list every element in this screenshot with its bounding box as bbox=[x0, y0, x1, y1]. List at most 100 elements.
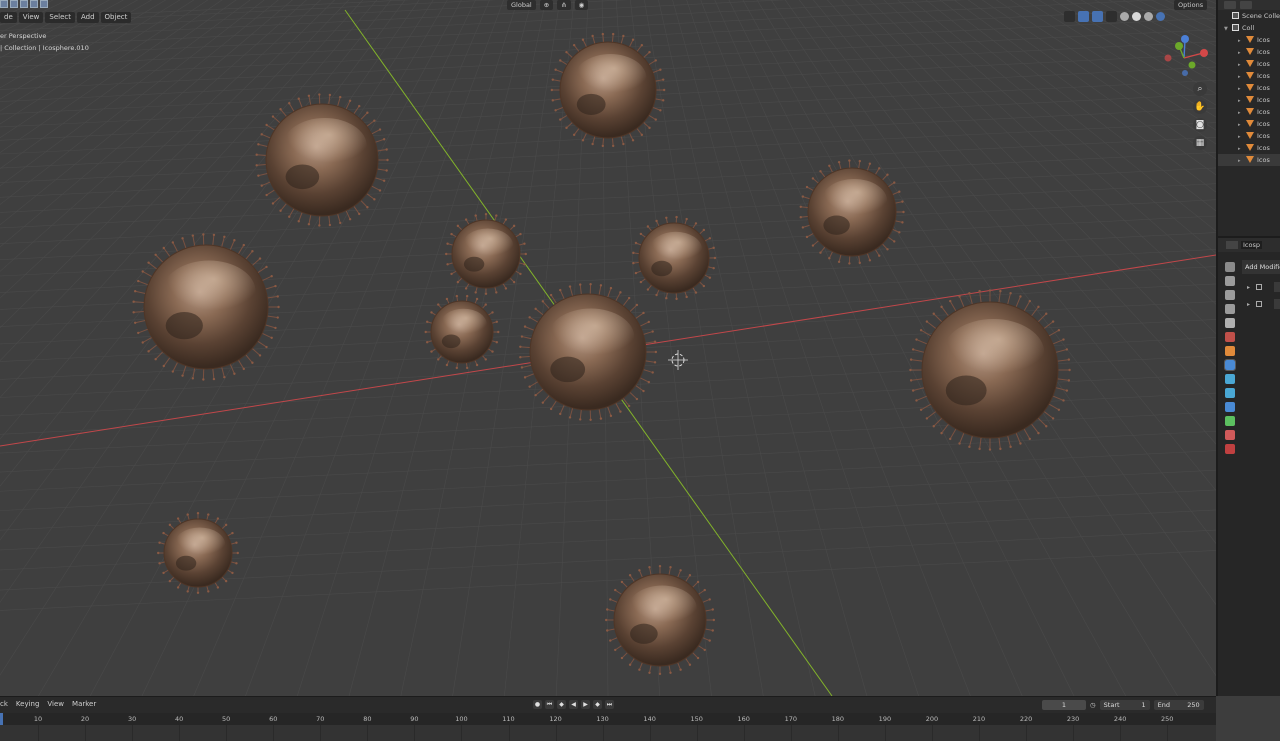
outliner-object-row[interactable]: ▸ Icos bbox=[1218, 142, 1280, 154]
particles-tab-icon[interactable] bbox=[1225, 374, 1235, 384]
jump-end-icon[interactable]: ⏭ bbox=[605, 700, 614, 709]
outliner-object-row[interactable]: ▸ Icos bbox=[1218, 94, 1280, 106]
mesh-object-icon bbox=[1246, 156, 1254, 163]
modifier-name-field[interactable] bbox=[1274, 282, 1280, 292]
perspective-grid-icon[interactable]: ▦ bbox=[1193, 136, 1207, 150]
select-mode-tools[interactable] bbox=[0, 0, 48, 8]
editor-type-icon[interactable] bbox=[1224, 1, 1236, 9]
select-invert-icon[interactable] bbox=[30, 0, 38, 8]
overlay-toggle-icon[interactable] bbox=[1092, 11, 1103, 22]
timeline-track[interactable] bbox=[0, 725, 1216, 741]
select-box-icon[interactable] bbox=[0, 0, 8, 8]
frame-grid-line bbox=[743, 725, 745, 741]
add-modifier-button[interactable]: Add Modifie bbox=[1242, 260, 1280, 274]
outliner-object-row[interactable]: ▸ Icos bbox=[1218, 130, 1280, 142]
texture-tab-icon[interactable] bbox=[1225, 444, 1235, 454]
view-layer-tab-icon[interactable] bbox=[1225, 304, 1235, 314]
options-dropdown[interactable]: Options bbox=[1174, 0, 1208, 10]
collapse-icon[interactable]: ▸ bbox=[1247, 284, 1250, 291]
menu-keying[interactable]: Keying bbox=[16, 700, 40, 708]
outliner-object-row[interactable]: ▸ Icos bbox=[1218, 106, 1280, 118]
xray-toggle-icon[interactable] bbox=[1106, 11, 1117, 22]
select-intersect-icon[interactable] bbox=[40, 0, 48, 8]
scene-tab-icon[interactable] bbox=[1225, 318, 1235, 328]
menu-add[interactable]: Add bbox=[76, 12, 99, 23]
rendered-shading-icon[interactable] bbox=[1156, 12, 1165, 21]
next-keyframe-icon[interactable]: ◆ bbox=[593, 700, 602, 709]
modifier-item[interactable]: ▸ bbox=[1242, 280, 1280, 294]
mode-dropdown[interactable]: de bbox=[0, 12, 17, 23]
outliner-object-row[interactable]: ▸ Icos bbox=[1218, 58, 1280, 70]
frame-grid-line bbox=[979, 725, 980, 741]
scene-canvas[interactable] bbox=[0, 0, 1216, 696]
play-icon[interactable]: ▶ bbox=[581, 700, 590, 709]
transform-orientation-dropdown[interactable]: Global bbox=[507, 0, 536, 10]
3d-cursor-icon bbox=[668, 350, 688, 370]
frame-ruler[interactable]: 10 20 30 40 50 60 70 80 90 100 110 120 130 140 150 160 1… bbox=[0, 713, 1216, 725]
collapse-icon[interactable]: ▸ bbox=[1247, 301, 1250, 308]
outliner-object-row[interactable]: ▸ Icos bbox=[1218, 34, 1280, 46]
proportional-edit-icon[interactable]: ◉ bbox=[574, 0, 589, 10]
outliner-object-row[interactable]: ▸ Icos bbox=[1218, 46, 1280, 58]
pivot-point-icon[interactable]: ⊕ bbox=[539, 0, 554, 10]
frame-grid-line bbox=[508, 725, 510, 741]
record-icon[interactable]: ● bbox=[533, 700, 542, 709]
frame-grid-line bbox=[602, 725, 604, 741]
menu-marker[interactable]: Marker bbox=[72, 700, 96, 708]
mesh-object-icon bbox=[1246, 48, 1254, 55]
current-frame-field[interactable]: 1 bbox=[1042, 700, 1086, 710]
outliner-object-row[interactable]: ▸ Icos bbox=[1218, 82, 1280, 94]
pan-hand-icon[interactable]: ✋ bbox=[1193, 100, 1207, 114]
modifier-tab-icon[interactable] bbox=[1224, 359, 1236, 371]
object-tab-icon[interactable] bbox=[1225, 346, 1235, 356]
play-reverse-icon[interactable]: ◀ bbox=[569, 700, 578, 709]
scene-collection-row[interactable]: Scene Colle bbox=[1218, 10, 1280, 22]
start-frame-field[interactable]: Start 1 bbox=[1099, 700, 1150, 710]
zoom-icon[interactable]: ⌕ bbox=[1193, 82, 1207, 96]
world-tab-icon[interactable] bbox=[1225, 332, 1235, 342]
collection-icon bbox=[1232, 24, 1239, 31]
frame-tick-label: 120 bbox=[549, 715, 562, 723]
display-mode-icon[interactable] bbox=[1240, 1, 1252, 9]
physics-tab-icon[interactable] bbox=[1225, 388, 1235, 398]
collection-row[interactable]: ▼ Coll bbox=[1218, 22, 1280, 34]
tool-tab-icon[interactable] bbox=[1225, 262, 1235, 272]
constraints-tab-icon[interactable] bbox=[1225, 402, 1235, 412]
outliner-object-row[interactable]: ▸ Icos bbox=[1218, 118, 1280, 130]
clock-icon[interactable]: ◷ bbox=[1090, 701, 1096, 709]
material-tab-icon[interactable] bbox=[1225, 430, 1235, 440]
frame-tick-label: 160 bbox=[737, 715, 750, 723]
menu-object[interactable]: Object bbox=[100, 12, 132, 23]
end-frame-field[interactable]: End 250 bbox=[1153, 700, 1204, 710]
data-tab-icon[interactable] bbox=[1225, 416, 1235, 426]
snap-icon[interactable]: ⋔ bbox=[557, 0, 571, 10]
modifier-name-field[interactable] bbox=[1274, 299, 1280, 309]
output-tab-icon[interactable] bbox=[1225, 290, 1235, 300]
material-shading-icon[interactable] bbox=[1144, 12, 1153, 21]
expand-icon[interactable]: ▸ bbox=[1238, 155, 1246, 167]
menu-view[interactable]: View bbox=[47, 700, 64, 708]
solid-shading-icon[interactable] bbox=[1132, 12, 1141, 21]
modifier-item[interactable]: ▸ bbox=[1242, 297, 1280, 311]
outliner-object-row[interactable]: ▸ Icos bbox=[1218, 70, 1280, 82]
mesh-object-icon bbox=[1246, 144, 1254, 151]
3d-viewport[interactable]: de View Select Add Object Global ⊕ ⋔ ◉ O… bbox=[0, 0, 1216, 696]
virus-mesh-object bbox=[519, 282, 658, 422]
camera-icon[interactable]: ◙ bbox=[1193, 118, 1207, 132]
gizmo-toggle-icon[interactable] bbox=[1078, 11, 1089, 22]
prev-keyframe-icon[interactable]: ◆ bbox=[557, 700, 566, 709]
outliner-object-row[interactable]: ▸ Icos bbox=[1218, 154, 1280, 166]
editor-type-icon[interactable] bbox=[1226, 241, 1238, 249]
menu-view[interactable]: View bbox=[18, 12, 44, 23]
modifier-icon bbox=[1256, 284, 1263, 290]
object-name-field[interactable]: Icosp bbox=[1241, 241, 1262, 249]
jump-start-icon[interactable]: ⏮ bbox=[545, 700, 554, 709]
menu-select[interactable]: Select bbox=[45, 12, 75, 23]
select-extend-icon[interactable] bbox=[10, 0, 18, 8]
visibility-icon[interactable] bbox=[1064, 11, 1075, 22]
render-tab-icon[interactable] bbox=[1225, 276, 1235, 286]
select-subtract-icon[interactable] bbox=[20, 0, 28, 8]
menu-playback[interactable]: ck bbox=[0, 700, 8, 708]
wireframe-shading-icon[interactable] bbox=[1120, 12, 1129, 21]
playhead[interactable] bbox=[0, 713, 3, 725]
